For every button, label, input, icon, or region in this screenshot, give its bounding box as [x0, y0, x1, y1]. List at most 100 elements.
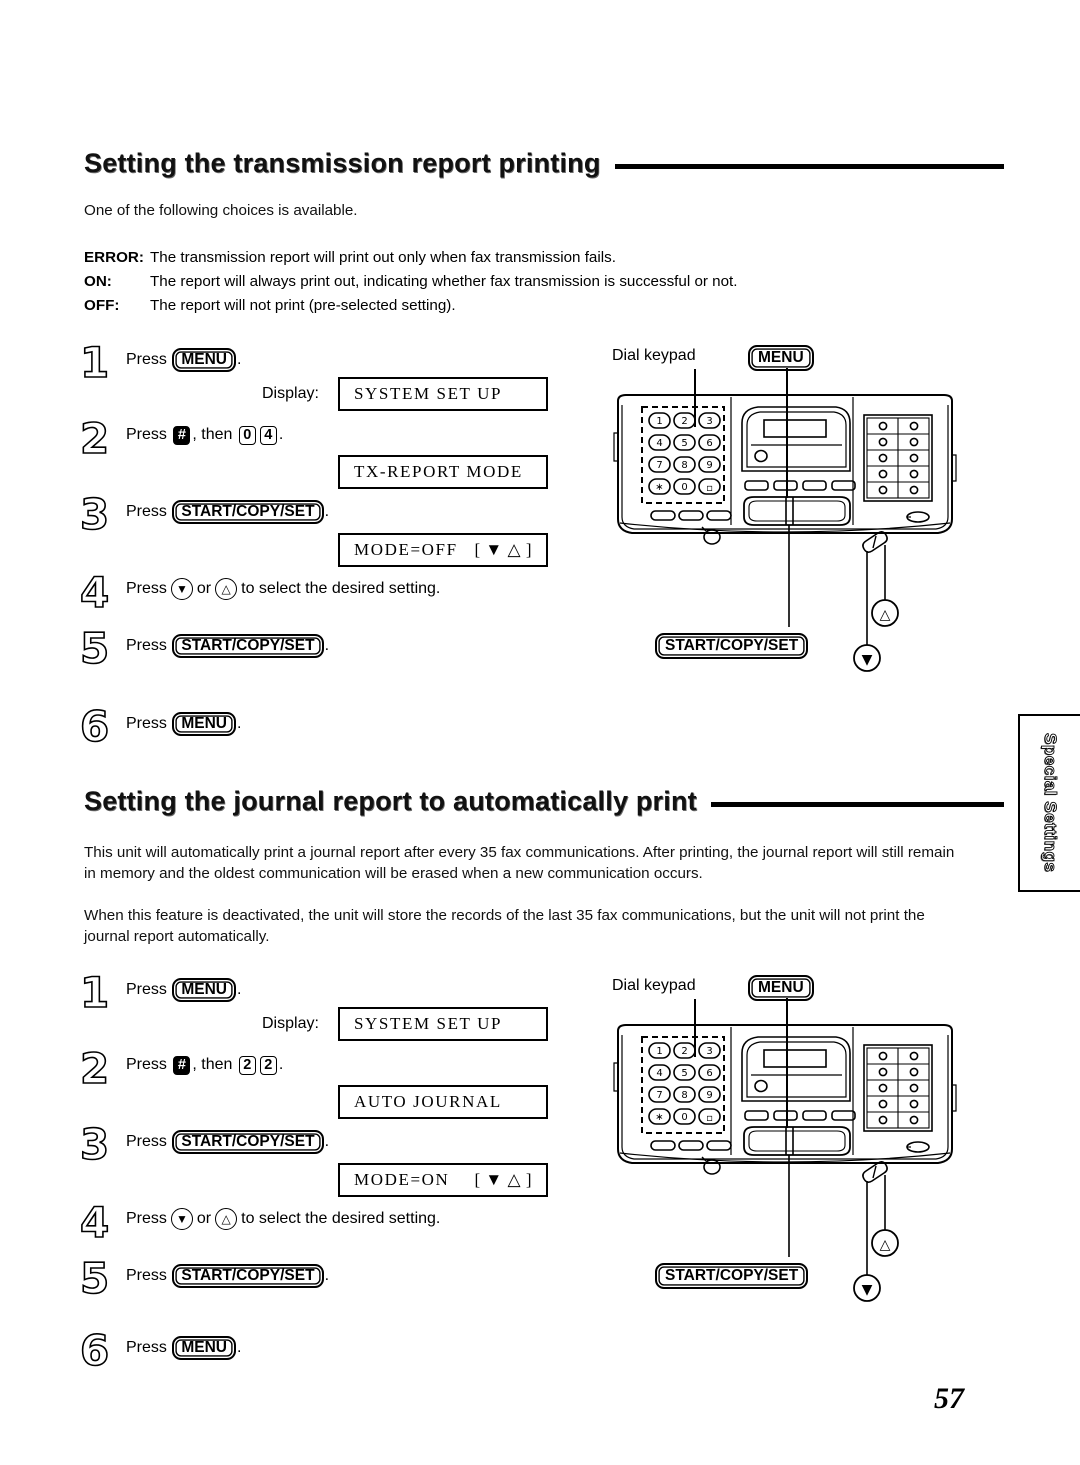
svg-text:3: 3 — [706, 1046, 712, 1057]
digit-key-0[interactable]: 0 — [238, 425, 256, 445]
press-word: Press — [126, 503, 167, 520]
nav-up-key[interactable]: △ — [215, 1208, 238, 1230]
press-word: Press — [126, 580, 167, 597]
svg-text:▫: ▫ — [706, 483, 713, 494]
step-5-instruction: Press START/COPY/SET. — [126, 634, 329, 658]
step-number-6: 6 — [79, 1326, 110, 1375]
svg-text:0: 0 — [681, 482, 687, 493]
choice-key: ON: — [84, 273, 112, 290]
svg-text:9: 9 — [706, 460, 712, 471]
svg-text:△: △ — [880, 607, 891, 623]
press-word: Press — [126, 637, 167, 654]
lcd-tx-report-mode: TX-REPORT MODE — [338, 455, 548, 489]
svg-text:5: 5 — [681, 438, 687, 449]
step-number-1: 1 — [79, 968, 110, 1017]
svg-text:4: 4 — [656, 1068, 662, 1079]
period: . — [278, 426, 284, 443]
step-5-instruction: Press START/COPY/SET. — [126, 1264, 329, 1288]
start-copy-set-key-label[interactable]: START/COPY/SET — [172, 1264, 324, 1288]
menu-key-label[interactable]: MENU — [172, 348, 236, 372]
digit-key-4[interactable]: 4 — [259, 425, 277, 445]
start-copy-set-callout-box: START/COPY/SET — [655, 633, 809, 659]
period: . — [237, 1339, 242, 1356]
intro-paragraph: One of the following choices is availabl… — [84, 202, 358, 219]
nav-down-key[interactable]: ▼ — [170, 578, 193, 600]
svg-text:▼: ▼ — [862, 652, 873, 668]
menu-key-label[interactable]: MENU — [172, 712, 236, 736]
choice-row-on: ON: The report will always print out, in… — [84, 270, 944, 294]
digit-key-2a[interactable]: 2 — [238, 1055, 256, 1075]
press-word: Press — [126, 1267, 167, 1284]
press-word: Press — [126, 1056, 167, 1073]
or-word: or — [196, 580, 212, 597]
triangle-down-icon: ▼ — [175, 582, 188, 596]
step-6-instruction: Press MENU. — [126, 712, 241, 736]
press-word: Press — [126, 426, 167, 443]
start-copy-set-key-label[interactable]: START/COPY/SET — [172, 634, 324, 658]
svg-text:1: 1 — [656, 416, 662, 427]
choice-row-off: OFF: The report will not print (pre-sele… — [84, 294, 944, 318]
fax-machine-drawing: 123 456 789 ∗ 0 ▫ △ ▼ — [613, 394, 957, 672]
heading-rule — [614, 164, 1004, 169]
section-heading-journal-report: Setting the journal report to automatica… — [84, 786, 1004, 817]
step-number-5: 5 — [79, 1254, 110, 1303]
svg-text:6: 6 — [706, 438, 712, 449]
press-word: Press — [126, 351, 167, 368]
start-copy-set-key-label[interactable]: START/COPY/SET — [172, 500, 324, 524]
side-tab-label: Special Settings — [1041, 733, 1061, 873]
triangle-up-icon: △ — [221, 1212, 231, 1226]
lcd-mode-off: MODE=OFF [ ▼ △ ] — [338, 533, 548, 567]
digit-key-2b[interactable]: 2 — [259, 1055, 277, 1075]
journal-paragraph-2: When this feature is deactivated, the un… — [84, 907, 925, 945]
menu-key-label[interactable]: MENU — [172, 978, 236, 1002]
svg-text:△: △ — [880, 1237, 891, 1253]
svg-text:2: 2 — [681, 1046, 687, 1057]
heading-rule — [710, 802, 1004, 807]
lcd-text: TX-REPORT MODE — [354, 462, 523, 481]
press-word: Press — [126, 981, 167, 998]
triangle-down-icon: ▼ — [175, 1212, 188, 1226]
display-label-1: Display: — [262, 385, 319, 402]
choices-list: ERROR: The transmission report will prin… — [84, 246, 944, 318]
step-1-instruction: Press MENU. — [126, 348, 241, 372]
start-copy-set-callout-box: START/COPY/SET — [655, 1263, 809, 1289]
period: . — [237, 351, 242, 368]
lcd-mode-on: MODE=ON [ ▼ △ ] — [338, 1163, 548, 1197]
period: . — [324, 1133, 330, 1150]
period: . — [324, 637, 330, 654]
press-word: Press — [126, 1339, 167, 1356]
section-heading-transmission-report: Setting the transmission report printing — [84, 148, 1004, 179]
then-word: , then — [192, 426, 233, 443]
triangle-up-icon: △ — [221, 582, 231, 596]
step-2-instruction: Press #, then 04. — [126, 424, 283, 446]
choice-text: The transmission report will print out o… — [150, 249, 616, 266]
choice-text: The report will always print out, indica… — [150, 273, 738, 290]
step-4-instruction: Press ▼ or △ to select the desired setti… — [126, 1208, 440, 1230]
step-number-4: 4 — [79, 568, 110, 617]
nav-down-key[interactable]: ▼ — [170, 1208, 193, 1230]
lcd-auto-journal: AUTO JOURNAL — [338, 1085, 548, 1119]
heading-text: Setting the transmission report printing — [84, 148, 601, 178]
step-2-instruction: Press #, then 22. — [126, 1054, 283, 1076]
choice-row-error: ERROR: The transmission report will prin… — [84, 246, 944, 270]
svg-text:5: 5 — [681, 1068, 687, 1079]
step-number-1: 1 — [79, 338, 110, 387]
lcd-system-set-up-2: SYSTEM SET UP — [338, 1007, 548, 1041]
hash-key[interactable]: # — [173, 1055, 191, 1075]
svg-text:∗: ∗ — [655, 1112, 663, 1123]
hash-key[interactable]: # — [173, 425, 191, 445]
period: . — [324, 503, 330, 520]
svg-text:0: 0 — [681, 1112, 687, 1123]
step-number-6: 6 — [79, 702, 110, 751]
step-1-instruction: Press MENU. — [126, 978, 241, 1002]
step-6-instruction: Press MENU. — [126, 1336, 241, 1360]
start-copy-set-key-label[interactable]: START/COPY/SET — [172, 1130, 324, 1154]
menu-key-label[interactable]: MENU — [172, 1336, 236, 1360]
page-number: 57 — [934, 1382, 964, 1415]
press-word: Press — [126, 1210, 167, 1227]
svg-text:9: 9 — [706, 1090, 712, 1101]
nav-up-key[interactable]: △ — [215, 578, 238, 600]
step-number-3: 3 — [79, 1120, 110, 1169]
step-3-instruction: Press START/COPY/SET. — [126, 500, 329, 524]
step-4-instruction: Press ▼ or △ to select the desired setti… — [126, 578, 440, 600]
